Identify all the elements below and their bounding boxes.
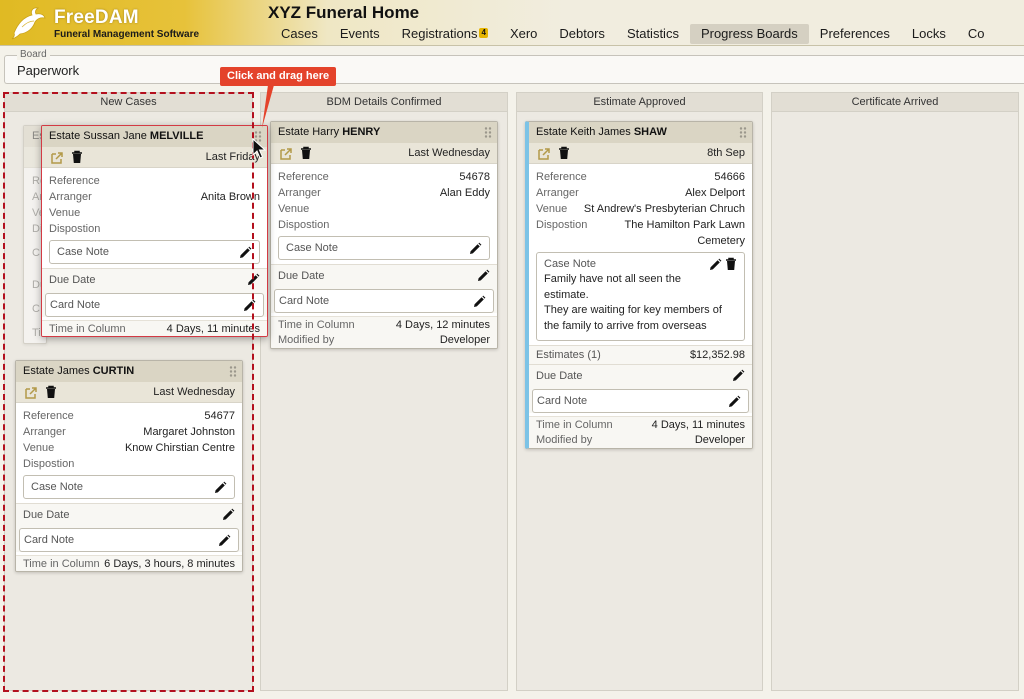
modified-by-row: Modified by Developer bbox=[271, 332, 497, 348]
venue-value: Know Chirstian Centre bbox=[124, 442, 235, 454]
app-header: FreeDAM Funeral Management Software XYZ … bbox=[0, 0, 1024, 46]
case-card-henry[interactable]: Estate Harry HENRY Last Wednesday Refere… bbox=[270, 121, 498, 349]
card-note-field[interactable]: Card Note bbox=[532, 389, 749, 413]
drag-handle-icon[interactable] bbox=[739, 127, 747, 138]
pencil-icon[interactable] bbox=[238, 246, 252, 260]
mouse-cursor-icon bbox=[252, 138, 266, 159]
case-note-text-line1: Family have not all seen the estimate. bbox=[544, 273, 681, 301]
card-title: Estate Sussan Jane MELVILLE bbox=[42, 126, 267, 147]
drag-handle-icon[interactable] bbox=[229, 366, 237, 377]
case-note-field[interactable]: Case Note bbox=[23, 475, 235, 499]
organization-name: XYZ Funeral Home bbox=[268, 3, 420, 22]
time-in-column-row: Time in Column 4 Days, 11 minutes bbox=[42, 320, 267, 336]
venue-value: St Andrew's Presbyterian Chruch bbox=[583, 203, 745, 215]
pencil-icon[interactable] bbox=[221, 508, 235, 522]
column-title: New Cases bbox=[5, 93, 252, 112]
nav-debtors[interactable]: Debtors bbox=[548, 24, 616, 44]
board-select-label: Board bbox=[17, 49, 50, 60]
pencil-icon[interactable] bbox=[468, 242, 482, 256]
trash-icon[interactable] bbox=[299, 146, 313, 160]
reference-value: 54677 bbox=[204, 410, 235, 422]
trash-icon[interactable] bbox=[44, 385, 58, 399]
nav-progress-boards[interactable]: Progress Boards bbox=[689, 24, 809, 44]
board-select-value: Paperwork bbox=[17, 63, 80, 78]
open-external-icon[interactable] bbox=[50, 151, 64, 165]
reference-value: 54678 bbox=[459, 171, 490, 183]
dove-logo-icon bbox=[11, 7, 46, 40]
case-note-field[interactable]: Case Note Family have not all seen the e… bbox=[536, 252, 745, 341]
time-in-column-row: Time in Column 4 Days, 12 minutes bbox=[271, 316, 497, 332]
nav-preferences[interactable]: Preferences bbox=[809, 24, 901, 44]
pencil-icon[interactable] bbox=[213, 481, 227, 495]
case-note-field[interactable]: Case Note bbox=[49, 240, 260, 264]
due-date-row: Due Date bbox=[536, 365, 745, 387]
pencil-icon[interactable] bbox=[472, 295, 486, 309]
column-certificate-arrived: Certificate Arrived bbox=[771, 92, 1019, 691]
case-note-text-line2: They are waiting for key members of the … bbox=[544, 304, 722, 332]
due-date-row: Due Date bbox=[23, 504, 235, 526]
drag-hint-tooltip: Click and drag here bbox=[220, 67, 337, 86]
card-note-field[interactable]: Card Note bbox=[19, 528, 239, 552]
nav-more-truncated[interactable]: Co bbox=[957, 24, 996, 44]
pencil-icon[interactable] bbox=[476, 269, 490, 283]
open-external-icon[interactable] bbox=[537, 147, 551, 161]
pencil-icon[interactable] bbox=[242, 299, 256, 313]
card-date: Last Wednesday bbox=[408, 147, 490, 159]
case-note-field[interactable]: Case Note bbox=[278, 236, 490, 260]
trash-icon[interactable] bbox=[724, 257, 738, 271]
arranger-value: Alan Eddy bbox=[439, 187, 490, 199]
card-date: Last Wednesday bbox=[153, 386, 235, 398]
case-card-curtin[interactable]: Estate James CURTIN Last Wednesday Refer… bbox=[15, 360, 243, 572]
brand-tagline: Funeral Management Software bbox=[54, 29, 200, 40]
column-title: BDM Details Confirmed bbox=[261, 93, 507, 112]
card-title: Estate Harry HENRY bbox=[271, 122, 497, 143]
pencil-icon[interactable] bbox=[217, 534, 231, 548]
card-date: 8th Sep bbox=[707, 147, 745, 159]
due-date-row: Due Date bbox=[278, 265, 490, 287]
column-title: Certificate Arrived bbox=[772, 93, 1018, 112]
card-note-field[interactable]: Card Note bbox=[274, 289, 494, 313]
case-card-shaw[interactable]: Estate Keith James SHAW 8th Sep Referenc… bbox=[525, 121, 753, 449]
nav-events[interactable]: Events bbox=[329, 24, 391, 44]
pencil-icon[interactable] bbox=[731, 369, 745, 383]
main-nav: Cases Events Registrations 4 Xero Debtors… bbox=[270, 24, 995, 46]
trash-icon[interactable] bbox=[557, 146, 571, 160]
card-title: Estate Keith James SHAW bbox=[529, 122, 752, 143]
drag-handle-icon[interactable] bbox=[484, 127, 492, 138]
brand-name: FreeDAM bbox=[54, 7, 139, 28]
nav-cases[interactable]: Cases bbox=[270, 24, 329, 44]
case-card-melville-dragging[interactable]: Estate Sussan Jane MELVILLE Last Friday … bbox=[41, 125, 268, 337]
arranger-value: Margaret Johnston bbox=[143, 426, 235, 438]
pencil-icon[interactable] bbox=[246, 273, 260, 287]
nav-statistics[interactable]: Statistics bbox=[616, 24, 690, 44]
registrations-count-badge: 4 bbox=[479, 28, 488, 38]
nav-locks[interactable]: Locks bbox=[901, 24, 957, 44]
arranger-value: Alex Delport bbox=[685, 187, 745, 199]
arranger-value: Anita Brown bbox=[200, 191, 260, 203]
pencil-icon[interactable] bbox=[727, 395, 741, 409]
time-in-column-row: Time in Column 6 Days, 3 hours, 8 minutes bbox=[16, 555, 242, 571]
estimates-row[interactable]: Estimates (1) $12,352.98 bbox=[536, 346, 745, 364]
nav-registrations[interactable]: Registrations 4 bbox=[391, 24, 499, 44]
reference-value: 54666 bbox=[714, 171, 745, 183]
column-title: Estimate Approved bbox=[517, 93, 762, 112]
open-external-icon[interactable] bbox=[279, 147, 293, 161]
estimates-total: $12,352.98 bbox=[689, 349, 745, 361]
pencil-icon[interactable] bbox=[708, 258, 722, 272]
open-external-icon[interactable] bbox=[24, 386, 38, 400]
nav-xero[interactable]: Xero bbox=[499, 24, 548, 44]
trash-icon[interactable] bbox=[70, 150, 84, 164]
card-title: Estate James CURTIN bbox=[16, 361, 242, 382]
due-date-row: Due Date bbox=[49, 269, 260, 291]
board-select[interactable]: Board Paperwork bbox=[4, 49, 1024, 84]
dispostion-value: The Hamilton Park Lawn Cemetery bbox=[624, 219, 745, 247]
card-note-field[interactable]: Card Note bbox=[45, 293, 264, 317]
time-in-column-row: Time in Column 4 Days, 11 minutes bbox=[529, 416, 752, 432]
modified-by-row: Modified by Developer bbox=[529, 432, 752, 448]
